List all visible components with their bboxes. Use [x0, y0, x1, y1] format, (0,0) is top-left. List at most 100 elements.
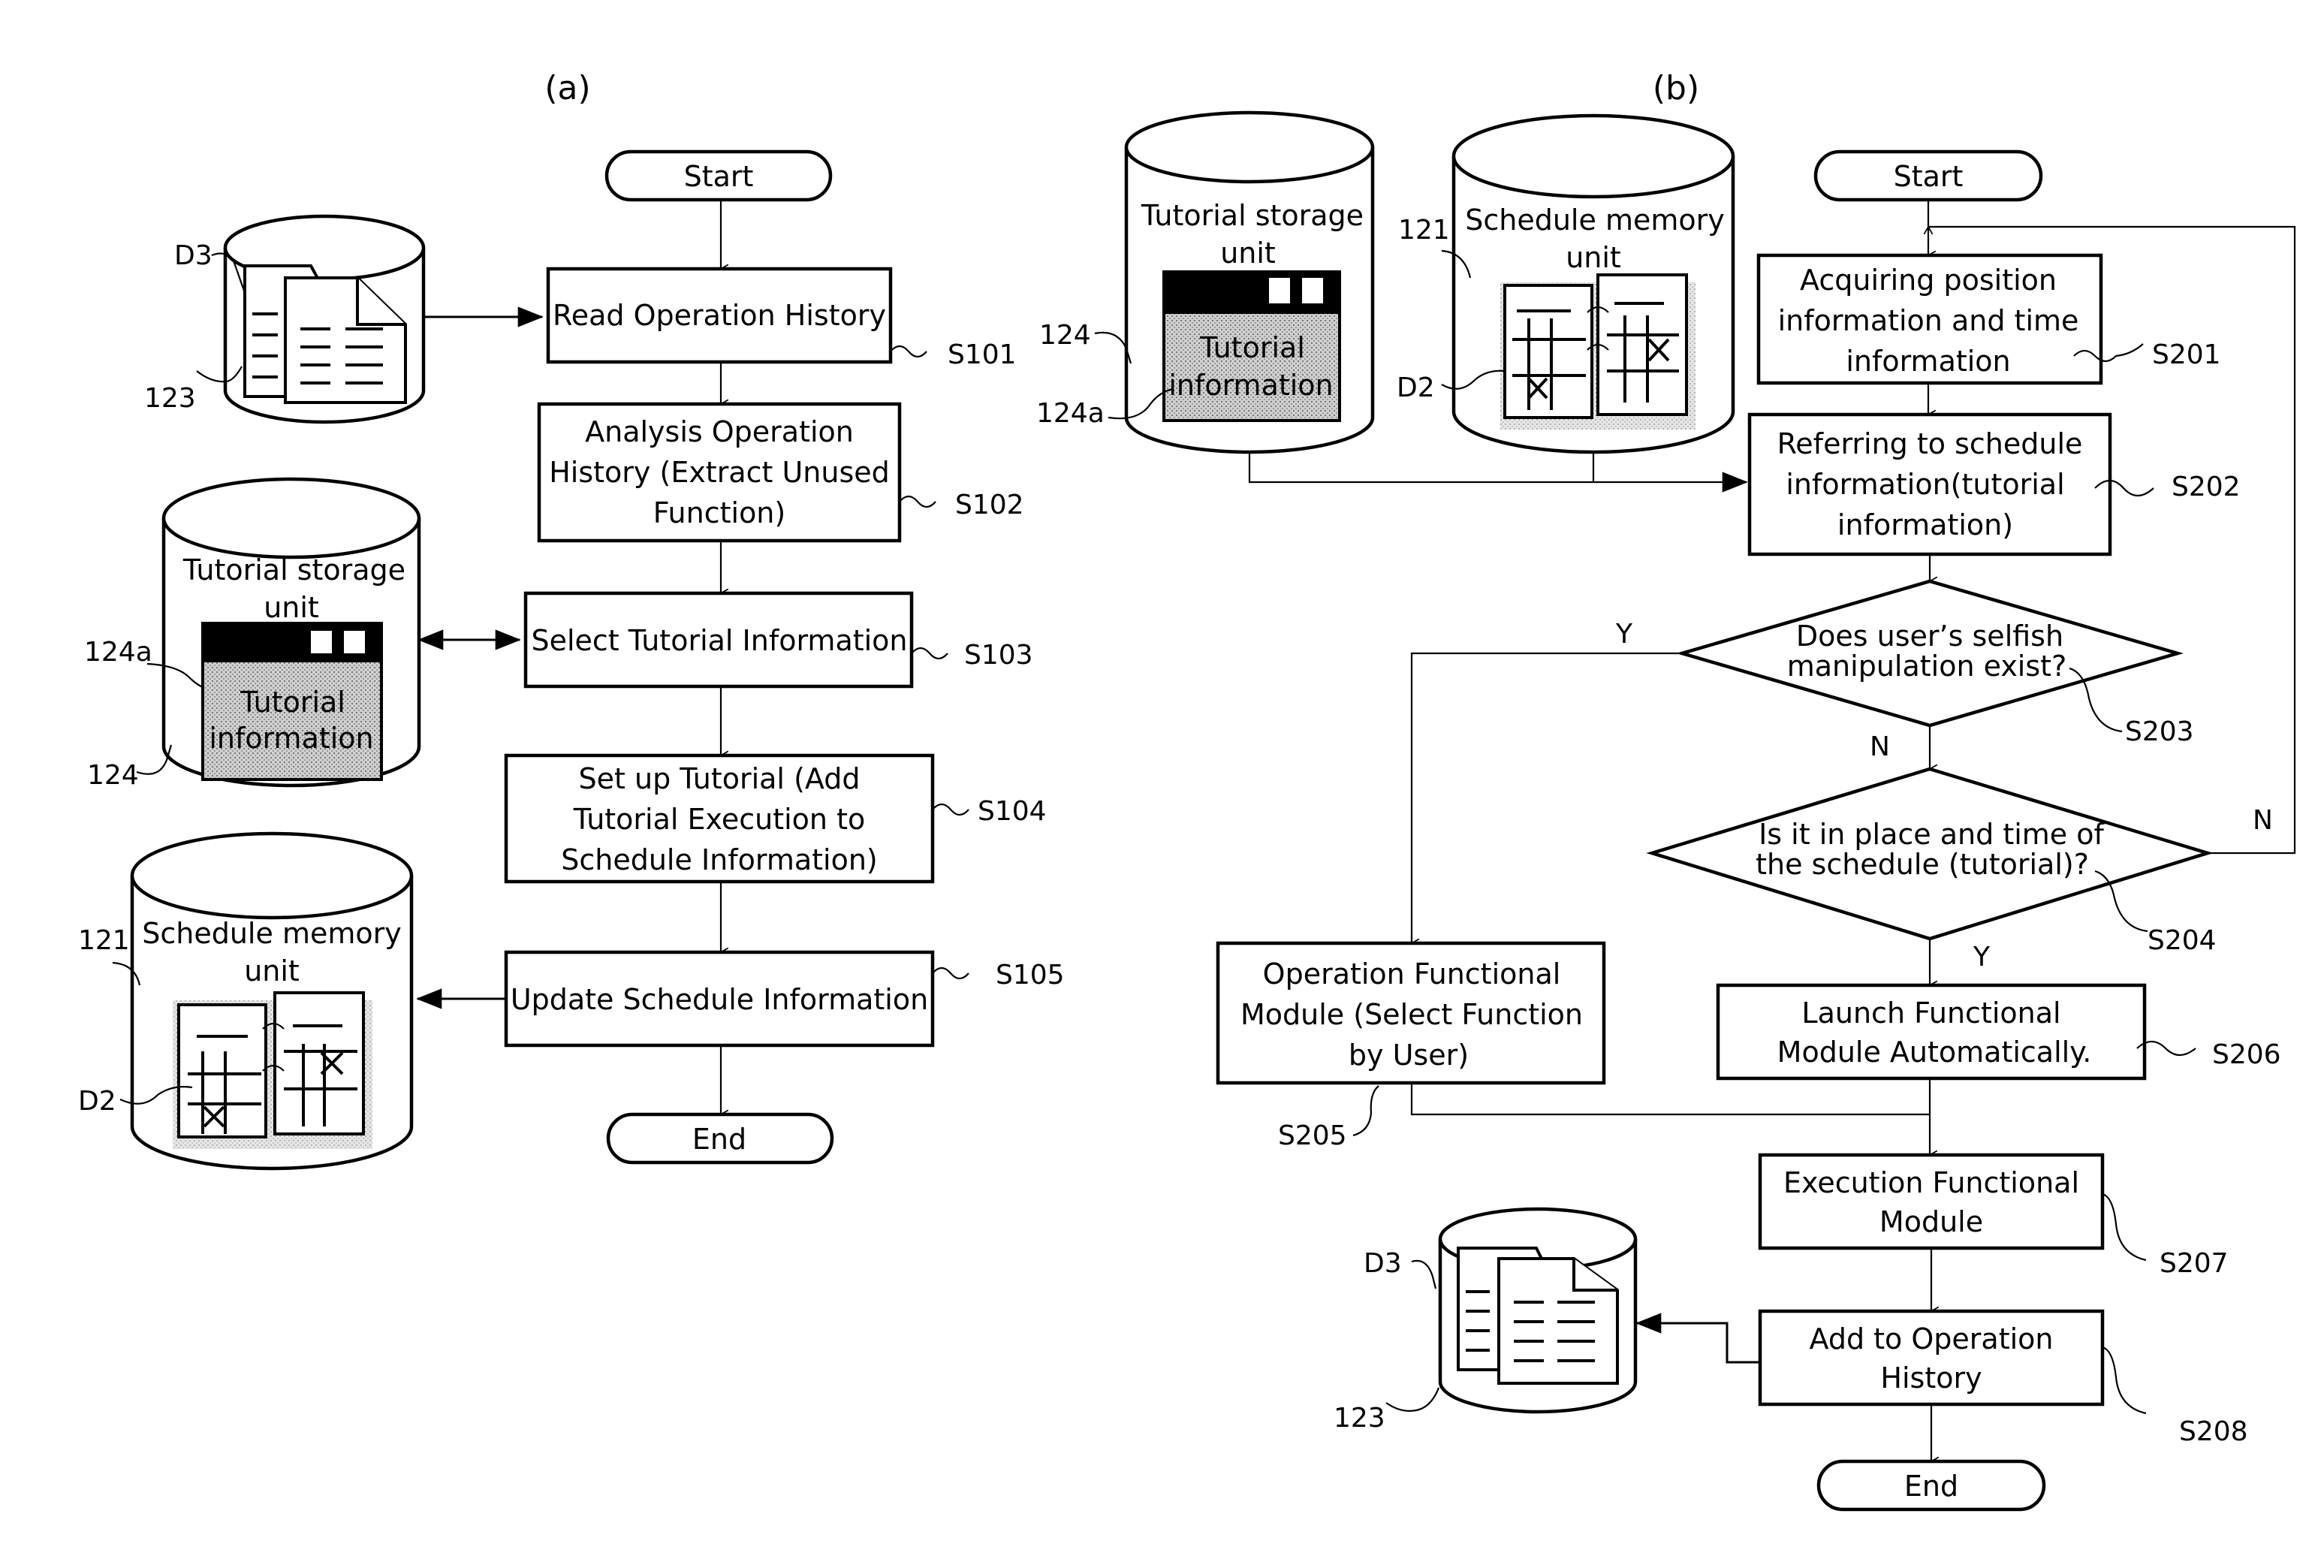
b-decision-s203: Does user’s selfish manipulation exist?: [1675, 579, 2184, 728]
b-s201-line1: Acquiring position: [1800, 264, 2057, 297]
b-tutorial-content-1: Tutorial: [1199, 331, 1305, 364]
b-s204-id: S204: [2148, 925, 2217, 956]
a-s102-line2: History (Extract Unused: [549, 456, 890, 489]
a-124a-ref: 124a: [84, 637, 152, 668]
a-tutorial-storage-database-icon: Tutorial storage unit Tutorial informati…: [161, 477, 421, 788]
b-s204-no-label: N: [2253, 805, 2273, 836]
a-s105-text: Update Schedule Information: [511, 983, 928, 1016]
a-schedule-title-2: unit: [244, 954, 300, 988]
a-tutorial-window-icon: Tutorial information: [201, 622, 383, 781]
b-s201-line2: information and time: [1778, 304, 2079, 337]
b-s208-leader: [2102, 1346, 2147, 1415]
a-tutorial-title-2: unit: [264, 591, 319, 624]
b-s207-leader: [2102, 1193, 2147, 1262]
panel-a-label: (a): [544, 69, 590, 107]
b-s207-line1: Execution Functional: [1783, 1166, 2079, 1199]
b-start-label: Start: [1894, 160, 1964, 193]
b-step-s206: Launch Functional Module Automatically.: [1716, 983, 2147, 1081]
a-s102-id: S102: [955, 490, 1024, 520]
b-s203-line2: manipulation exist?: [1787, 650, 2067, 683]
a-s101-leader: [890, 345, 927, 358]
a-s103-leader: [911, 647, 948, 660]
b-s202-line3: information): [1837, 508, 2013, 541]
a-step-s101: Read Operation History: [546, 267, 893, 364]
b-s203-yes-label: Y: [1615, 619, 1633, 650]
a-s101-id: S101: [948, 339, 1017, 370]
a-schedule-title-1: Schedule memory: [142, 917, 401, 950]
b-tutorial-title-1: Tutorial storage: [1141, 199, 1364, 232]
a-s102-leader: [899, 495, 936, 508]
a-tutorial-title-1: Tutorial storage: [182, 553, 405, 586]
b-s205-line1: Operation Functional: [1263, 957, 1561, 991]
b-step-s202: Referring to schedule information(tutori…: [1747, 412, 2112, 556]
b-s204-yes-label: Y: [1973, 942, 1991, 972]
b-s206-line2: Module Automatically.: [1777, 1036, 2092, 1069]
a-start-terminal: Start: [604, 149, 833, 202]
a-s102-line1: Analysis Operation: [585, 415, 854, 448]
a-step-s102: Analysis Operation History (Extract Unus…: [537, 402, 902, 543]
b-s208-line1: Add to Operation: [1810, 1322, 2054, 1355]
a-s104-line3: Schedule Information): [561, 843, 878, 876]
a-s101-text: Read Operation History: [553, 299, 886, 332]
b-s207-id: S207: [2160, 1248, 2229, 1279]
a-s104-id: S104: [978, 796, 1047, 827]
b-s203-id: S203: [2125, 716, 2194, 747]
b-s205-leader: [1352, 1085, 1379, 1137]
b-s203-no-label: N: [1870, 731, 1890, 762]
b-s205-line3: by User): [1349, 1039, 1469, 1072]
flowchart-diagram: (a) Start Read Operation History S101 An…: [78, 69, 2296, 1512]
b-tutorial-storage-database-icon: Tutorial storage unit Tutorial informati…: [1124, 110, 1375, 454]
b-d2-ref: D2: [1397, 372, 1435, 403]
b-tutorial-content-2: information: [1168, 369, 1333, 402]
b-schedule-title-2: unit: [1566, 241, 1621, 274]
b-arrow-s203-s205: [1412, 652, 1682, 943]
b-tutorial-title-2: unit: [1220, 237, 1276, 270]
a-s103-text: Select Tutorial Information: [531, 624, 907, 657]
b-s206-line1: Launch Functional: [1801, 997, 2060, 1030]
b-s206-id: S206: [2212, 1039, 2281, 1070]
a-d2-ref: D2: [78, 1086, 116, 1117]
b-step-s207: Execution Functional Module: [1758, 1153, 2105, 1250]
b-step-s201: Acquiring position information and time …: [1756, 253, 2103, 385]
b-s204-line2: the schedule (tutorial)?: [1756, 848, 2089, 881]
a-123-ref: 123: [144, 383, 196, 414]
b-124a-ref: 124a: [1036, 398, 1105, 429]
a-operation-history-database-icon: [223, 214, 426, 424]
a-step-s104: Set up Tutorial (Add Tutorial Execution …: [504, 753, 935, 884]
a-start-label: Start: [684, 160, 754, 193]
b-s201-id: S201: [2152, 339, 2221, 370]
b-123-leader: [1385, 1387, 1440, 1412]
b-s208-id: S208: [2179, 1416, 2248, 1447]
a-s104-leader: [932, 803, 969, 816]
b-d3-ref: D3: [1364, 1248, 1402, 1279]
b-end-label: End: [1904, 1470, 1958, 1503]
b-124-ref: 124: [1039, 320, 1091, 351]
a-schedule-memory-database-icon: Schedule memory unit: [130, 831, 414, 1171]
a-tutorial-content-1: Tutorial: [240, 686, 345, 719]
a-s105-id: S105: [996, 960, 1065, 991]
b-arrow-s205-merge: [1410, 1083, 1930, 1116]
b-decision-s204: Is it in place and time of the schedule …: [1646, 767, 2214, 941]
b-s202-id: S202: [2172, 472, 2241, 502]
b-s204-line1: Is it in place and time of: [1759, 818, 2105, 851]
a-124-ref: 124: [87, 760, 139, 791]
b-schedule-title-1: Schedule memory: [1465, 204, 1724, 237]
b-arrow-stores-s202: [1248, 452, 1748, 493]
b-123-ref: 123: [1334, 1403, 1385, 1434]
a-s105-leader: [932, 966, 969, 980]
a-s103-id: S103: [964, 640, 1033, 671]
b-121-ref: 121: [1398, 215, 1450, 246]
b-s208-line2: History: [1880, 1361, 1982, 1395]
b-operation-history-database-icon: [1438, 1207, 1638, 1414]
a-step-s103: Select Tutorial Information: [523, 591, 914, 689]
b-s201-line3: information: [1846, 345, 2010, 378]
a-s104-line2: Tutorial Execution to: [573, 803, 865, 836]
a-d3-ref: D3: [174, 240, 213, 271]
b-step-s208: Add to Operation History: [1758, 1309, 2105, 1407]
a-calendar-binder-icon: [173, 991, 372, 1149]
b-start-terminal: Start: [1813, 149, 2043, 202]
b-tutorial-window-icon: Tutorial information: [1162, 270, 1341, 422]
b-s207-line2: Module: [1879, 1205, 1983, 1238]
a-tutorial-content-2: information: [209, 722, 373, 755]
a-s102-line3: Function): [653, 496, 785, 529]
